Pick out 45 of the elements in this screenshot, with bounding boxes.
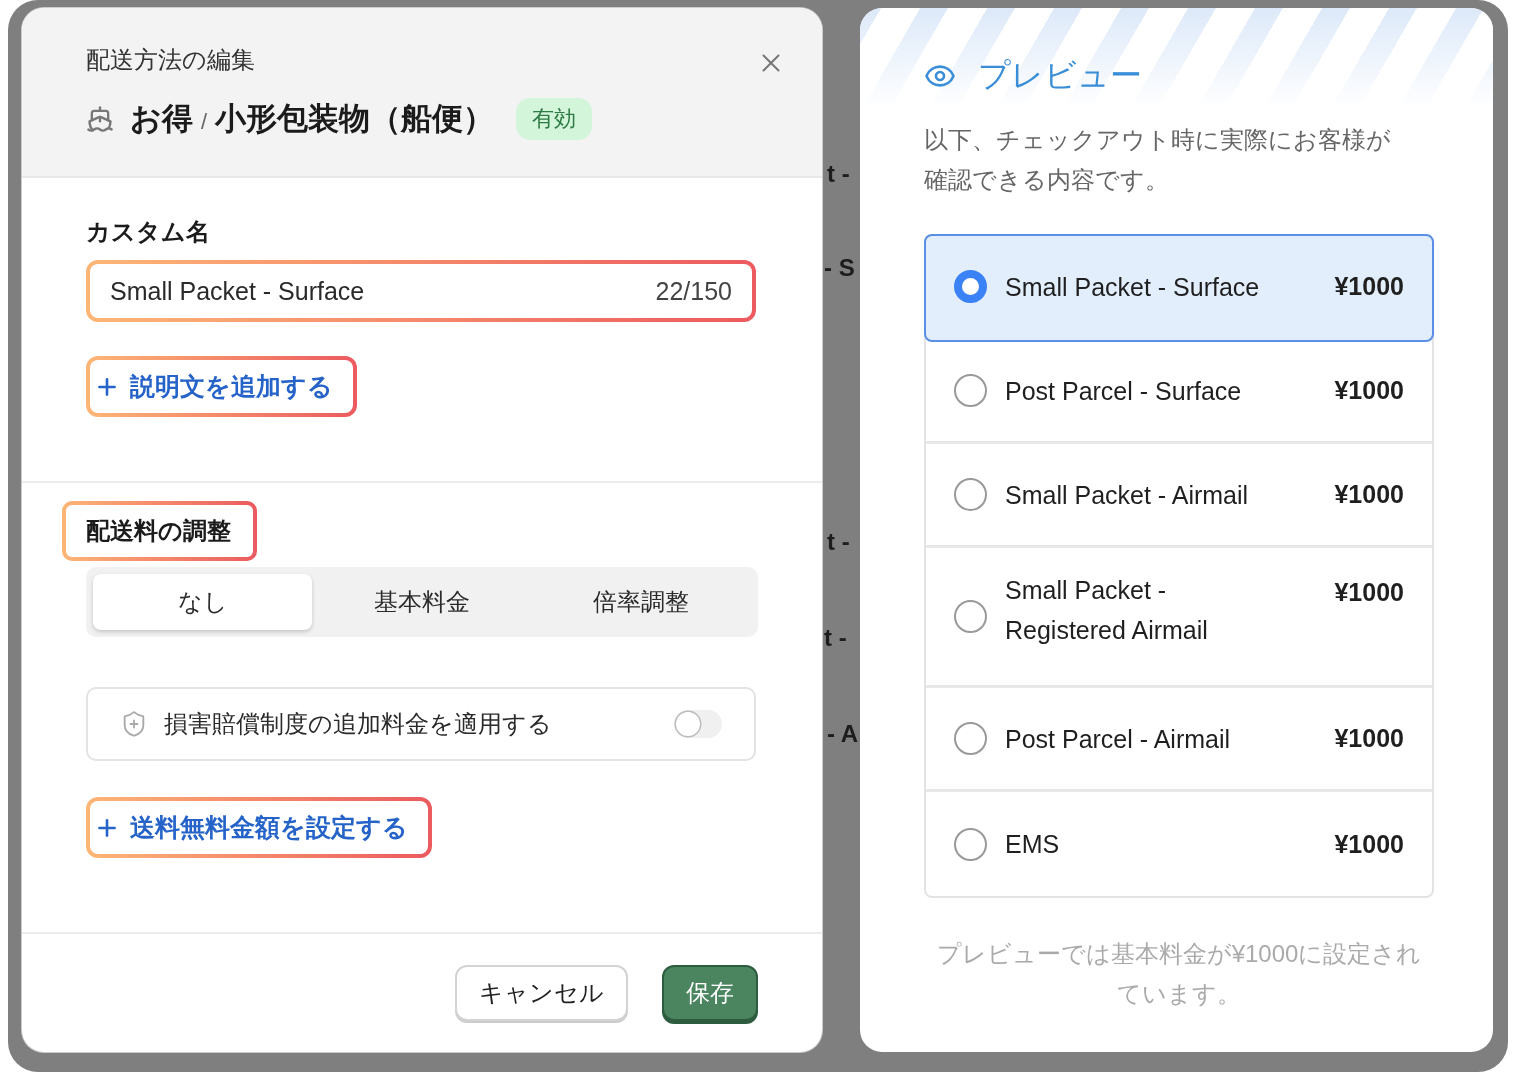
shipping-option[interactable]: Post Parcel - Airmail ¥1000 <box>926 688 1432 792</box>
radio-button[interactable] <box>954 374 987 407</box>
shipping-option[interactable]: Small Packet - Airmail ¥1000 <box>926 444 1432 548</box>
background-text: t - <box>827 159 850 189</box>
background-text: - A <box>827 719 859 749</box>
dialog-subtitle: 配送方法の編集 <box>86 45 255 75</box>
background-text: t - <box>824 623 847 653</box>
option-name: Post Parcel - Airmail <box>1005 723 1232 755</box>
shipping-option[interactable]: EMS ¥1000 <box>926 792 1432 896</box>
radio-button[interactable] <box>954 600 987 633</box>
option-name: Small Packet - Airmail <box>1005 479 1250 511</box>
option-name: Small Packet - Registered Airmail <box>1005 575 1209 646</box>
save-button[interactable]: 保存 <box>662 965 758 1021</box>
shipping-option[interactable]: Small Packet - Registered Airmail ¥1000 <box>926 548 1432 688</box>
radio-button[interactable] <box>954 827 987 861</box>
insurance-label: 損害賠償制度の追加料金を適用する <box>164 709 553 739</box>
cancel-button[interactable]: キャンセル <box>455 965 628 1021</box>
option-name: Small Packet - Surface <box>1005 271 1261 303</box>
option-name: EMS <box>1005 829 1061 860</box>
segment-tab[interactable]: 基本料金 <box>312 574 532 630</box>
shipping-option[interactable]: Post Parcel - Surface ¥1000 <box>926 340 1432 444</box>
option-name: Post Parcel - Surface <box>1005 375 1243 407</box>
radio-button[interactable] <box>954 722 987 755</box>
preview-note: プレビューでは基本料金が¥1000に設定されています。 <box>935 939 1423 1009</box>
dialog-title: お得 / 小形包装物（船便） <box>130 100 495 138</box>
radio-button[interactable] <box>954 270 987 303</box>
option-price: ¥1000 <box>1334 376 1404 405</box>
option-price: ¥1000 <box>1334 724 1404 753</box>
option-price: ¥1000 <box>1334 272 1404 301</box>
background-text: t - <box>827 527 850 557</box>
ship-icon <box>86 105 114 133</box>
preview-title: プレビュー <box>978 56 1142 95</box>
field-label: カスタム名 <box>86 217 210 247</box>
toggle-switch[interactable] <box>674 710 722 738</box>
shipping-option[interactable]: Small Packet - Surface ¥1000 <box>926 236 1432 340</box>
preview-description: 以下、チェックアウト時に実際にお客様が確認できる内容です。 <box>924 125 1392 195</box>
character-counter: 22/150 <box>655 276 732 306</box>
radio-button[interactable] <box>954 478 987 511</box>
option-price: ¥1000 <box>1334 578 1404 607</box>
status-badge: 有効 <box>516 98 593 140</box>
background-text: - S <box>824 253 855 283</box>
option-price: ¥1000 <box>1334 480 1404 509</box>
segment-tab[interactable]: なし <box>93 574 313 630</box>
segment-tab[interactable]: 倍率調整 <box>531 574 751 630</box>
option-price: ¥1000 <box>1334 829 1404 859</box>
